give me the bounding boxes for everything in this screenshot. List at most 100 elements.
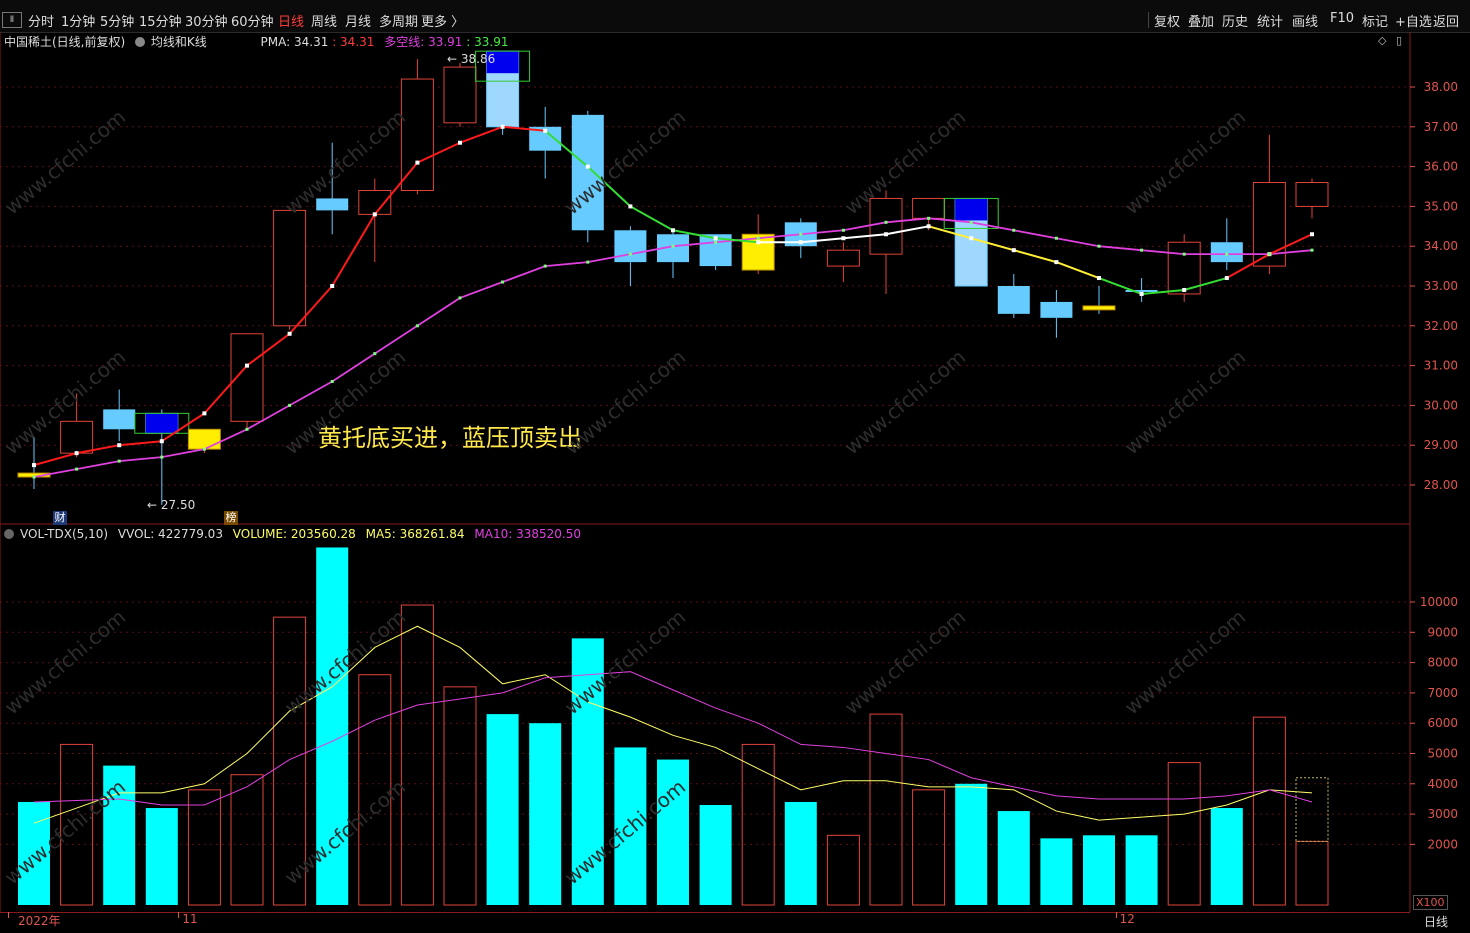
volume-tick-label: 9000: [1427, 625, 1458, 639]
indicator-toggle-icon[interactable]: [135, 37, 146, 47]
dkx-value: : 33.91: [466, 35, 509, 49]
pma-dot: [1011, 248, 1016, 253]
pma-dot: [628, 204, 633, 209]
dkx-dot: [969, 220, 973, 224]
price-tick-label: 36.00: [1424, 160, 1458, 174]
high-price-marker: ← 38.86: [447, 52, 496, 66]
price-tick-label: 32.00: [1424, 319, 1458, 333]
price-tick-label: 38.00: [1424, 80, 1458, 94]
volume-bar-down: [657, 759, 689, 905]
volume-bar-up: [869, 713, 903, 906]
candle-up: [273, 209, 307, 327]
pma-dot: [1139, 291, 1144, 296]
candle-up: [1295, 182, 1329, 207]
dkx-dot: [32, 475, 36, 479]
candle-up: [869, 197, 903, 255]
indicator-name[interactable]: 均线和K线: [151, 35, 207, 49]
pma-dot: [543, 128, 548, 133]
pma-dot: [798, 240, 803, 245]
kline-chart[interactable]: 28.00 29.00 30.00 31.00 32.00 33.00 34.00 35.00…: [0, 0, 1470, 932]
rank-badge[interactable]: 榜: [224, 511, 238, 525]
dkx-dot: [543, 264, 547, 268]
finance-badge[interactable]: 财: [53, 511, 67, 525]
candle-down: [997, 286, 1030, 314]
pma-dot: [159, 439, 164, 444]
candle-yellow-support: [187, 428, 221, 450]
stock-title[interactable]: 中国稀土(日线,前复权): [4, 35, 125, 49]
pma-dot: [372, 212, 377, 217]
pma-dot: [500, 124, 505, 129]
dkx-dot: [714, 240, 718, 244]
ma10-value: MA10: 338520.50: [474, 527, 581, 541]
candle-up: [443, 66, 477, 124]
volume-bar-down: [1083, 835, 1115, 905]
volume-bar-up: [60, 743, 94, 906]
volume-bar-up: [400, 604, 434, 906]
volume-tick-label: 4000: [1427, 777, 1458, 791]
candle-down: [571, 114, 604, 231]
period-label[interactable]: 日线: [1424, 913, 1448, 930]
price-tick-label: 29.00: [1424, 438, 1458, 452]
candle-down: [103, 409, 136, 430]
dkx-dot: [160, 455, 164, 459]
dkx-dot: [202, 447, 206, 451]
volume-bar-down: [18, 801, 50, 905]
pma-dot: [585, 164, 590, 169]
dkx-dot: [415, 324, 419, 328]
price-tick-label: 30.00: [1424, 398, 1458, 412]
dkx-dot: [1182, 252, 1186, 256]
pma-dot: [32, 463, 36, 468]
volume-bar-down: [145, 808, 178, 905]
volume-bar-up: [1252, 716, 1286, 906]
window-restore-icon[interactable]: ▯: [1396, 34, 1402, 47]
candle-up: [912, 197, 946, 219]
date-axis-tick: [8, 912, 9, 918]
price-tick-label: 37.00: [1424, 120, 1458, 134]
volume-tick-label: 6000: [1427, 716, 1458, 730]
volume-bar-up: [912, 789, 946, 906]
date-axis-label: 12: [1119, 912, 1135, 926]
dkx-dot: [288, 403, 292, 407]
pma-dot: [1310, 232, 1314, 237]
pma-dot: [1182, 287, 1187, 292]
dkx-dot: [1140, 248, 1144, 252]
date-axis-tick: [178, 912, 180, 918]
volume-bar-up: [230, 774, 264, 906]
pma-dot: [1054, 260, 1059, 265]
pma-line-segment: [33, 452, 77, 467]
volume-bar-up: [443, 686, 477, 906]
pma-dot: [926, 224, 931, 229]
dkx-dot: [927, 216, 931, 220]
volume-bar-down: [614, 747, 647, 905]
pma-dot: [117, 443, 122, 448]
price-tick-label: 33.00: [1424, 279, 1458, 293]
volume-bar-down: [103, 765, 136, 905]
pma-line-segment: [629, 205, 674, 232]
volume-forecast-box: [1295, 777, 1329, 842]
dkx-dot: [586, 260, 590, 264]
volume-bar-down: [316, 547, 349, 905]
dkx-dot: [841, 228, 845, 232]
dkx-dot: [1012, 228, 1016, 232]
dkx-dot: [373, 352, 377, 356]
volume-toggle-icon[interactable]: [4, 529, 14, 539]
diamond-icon[interactable]: ◇: [1378, 34, 1386, 47]
volume-tick-label: 7000: [1427, 686, 1458, 700]
volume-unit-label: X100: [1413, 895, 1448, 910]
volume-bar-up: [358, 674, 392, 906]
volume-value: VOLUME: 203560.28: [232, 527, 356, 541]
kline-indicator-header: 中国稀土(日线,前复权) 均线和K线 PMA: 34.31 : 34.31 多空…: [4, 33, 515, 49]
date-axis-tick: [1115, 912, 1117, 918]
volume-bar-down: [784, 801, 817, 905]
volume-tick-label: 5000: [1427, 747, 1458, 761]
vol-indicator-name[interactable]: VOL-TDX(5,10): [20, 527, 108, 541]
candle-down: [1210, 242, 1243, 263]
pma-dot: [245, 363, 249, 368]
volume-bar-down: [529, 723, 562, 905]
ma5-value: MA5: 368261.84: [365, 527, 465, 541]
pma-dot: [884, 232, 888, 237]
date-axis: [0, 912, 1410, 933]
date-axis-label: 2022年: [18, 914, 61, 928]
volume-bar-up: [187, 789, 221, 906]
low-price-marker: ← 27.50: [147, 498, 196, 512]
